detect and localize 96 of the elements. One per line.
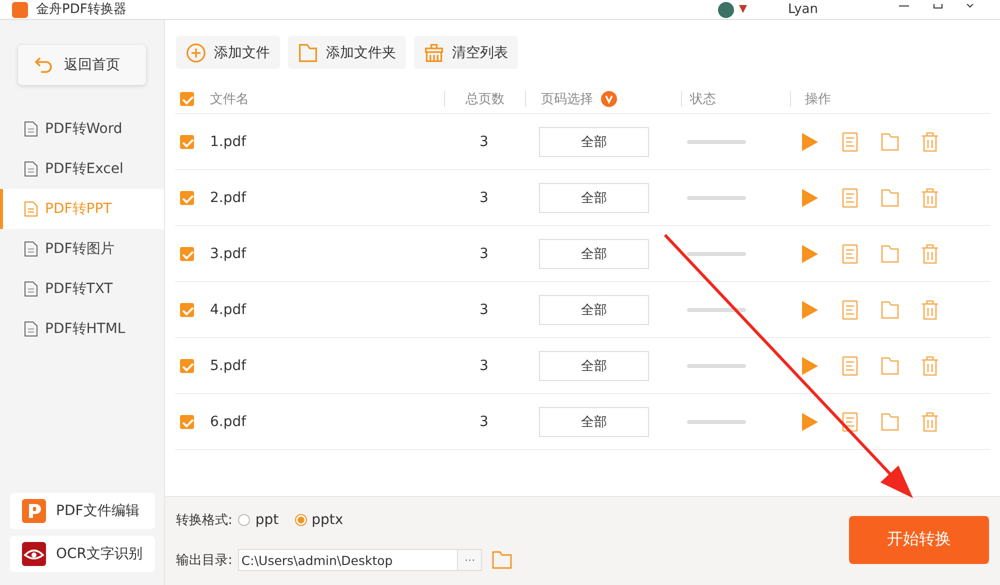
eye-icon [22,542,46,566]
page-range-button[interactable]: 全部 [539,406,649,436]
sidebar-item[interactable]: PDF转图片 [0,229,164,269]
trash-icon[interactable] [921,188,939,208]
trash-icon[interactable] [921,244,939,264]
trash-icon[interactable] [921,356,939,376]
basket-icon [424,42,444,62]
toolbar-button[interactable]: 清空列表 [414,36,518,69]
file-icon [24,121,38,137]
file-name: 1.pdf [210,134,246,150]
column-header: 总页数 [466,91,504,108]
page-range-button[interactable]: 全部 [539,238,649,268]
page-count: 3 [480,246,488,262]
folder-icon[interactable] [881,188,899,208]
page-count: 3 [480,414,488,430]
column-header: 页码选择 [541,91,593,108]
app-shortcut-button[interactable]: OCR文字识别 [10,536,155,572]
row-checkbox[interactable] [180,302,194,316]
file-icon [24,241,38,257]
page-range-button[interactable]: 全部 [539,126,649,156]
output-path-field[interactable]: C:\Users\admin\Desktop [238,549,458,571]
trash-icon[interactable] [921,412,939,432]
trash-icon[interactable] [921,300,939,320]
column-header: 状态 [690,91,716,108]
progress-track [687,196,746,200]
row-checkbox[interactable] [180,134,194,148]
file-icon [24,321,38,337]
play-icon[interactable] [801,244,819,264]
page-count: 3 [480,358,488,374]
row-checkbox[interactable] [180,414,194,428]
browse-button[interactable]: ··· [458,549,482,571]
document-icon[interactable] [841,356,859,376]
folder-icon [298,42,318,62]
chevron-badge-icon[interactable] [601,91,617,107]
toolbar-button[interactable]: 添加文件夹 [288,36,406,69]
file-icon [24,201,38,217]
sidebar-item[interactable]: PDF转Excel [0,149,164,189]
folder-icon[interactable] [881,244,899,264]
document-icon[interactable] [841,244,859,264]
file-name: 6.pdf [210,414,246,430]
folder-icon[interactable] [492,551,512,569]
play-icon[interactable] [801,300,819,320]
play-icon[interactable] [801,188,819,208]
folder-icon[interactable] [881,132,899,152]
file-icon [24,161,38,177]
trash-icon[interactable] [921,132,939,152]
app-shortcut-button[interactable]: PDF文件编辑 [10,493,155,529]
play-icon[interactable] [801,412,819,432]
file-name: 5.pdf [210,358,246,374]
page-count: 3 [480,134,488,150]
user-name[interactable]: Lyan [788,2,818,18]
folder-icon[interactable] [881,300,899,320]
p-logo-icon [22,499,46,523]
output-label: 输出目录: [176,552,232,569]
select-all-checkbox[interactable] [180,92,194,106]
page-range-button[interactable]: 全部 [539,294,649,324]
sidebar-item[interactable]: PDF转Word [0,109,164,149]
toolbar-button[interactable]: 添加文件 [176,36,280,69]
page-count: 3 [480,302,488,318]
page-count: 3 [480,190,488,206]
document-icon[interactable] [841,132,859,152]
file-name: 4.pdf [210,302,246,318]
badge-icon [738,4,748,14]
return-arrow-icon [34,55,54,75]
format-label: 转换格式: [176,512,232,529]
progress-track [687,420,746,424]
column-header: 操作 [805,91,831,108]
window-title: 金舟PDF转换器 [36,2,126,18]
folder-icon[interactable] [881,412,899,432]
document-icon[interactable] [841,188,859,208]
progress-track [687,140,746,144]
format-radio[interactable]: pptx [294,512,344,528]
row-checkbox[interactable] [180,190,194,204]
avatar-icon[interactable] [718,2,734,18]
folder-icon[interactable] [881,356,899,376]
page-range-button[interactable]: 全部 [539,350,649,380]
play-icon[interactable] [801,132,819,152]
sidebar-item[interactable]: PDF转HTML [0,309,164,349]
app-logo-icon [12,2,28,18]
add-icon [186,42,206,62]
file-name: 3.pdf [210,246,246,262]
format-radio[interactable]: ppt [238,512,279,528]
progress-track [687,364,746,368]
document-icon[interactable] [841,300,859,320]
row-checkbox[interactable] [180,358,194,372]
document-icon[interactable] [841,412,859,432]
progress-track [687,308,746,312]
row-checkbox[interactable] [180,246,194,260]
page-range-button[interactable]: 全部 [539,182,649,212]
file-name: 2.pdf [210,190,246,206]
sidebar-item[interactable]: PDF转TXT [0,269,164,309]
file-icon [24,281,38,297]
progress-track [687,252,746,256]
column-header: 文件名 [210,91,249,108]
play-icon[interactable] [801,356,819,376]
back-home-button[interactable]: 返回首页 [18,45,146,85]
